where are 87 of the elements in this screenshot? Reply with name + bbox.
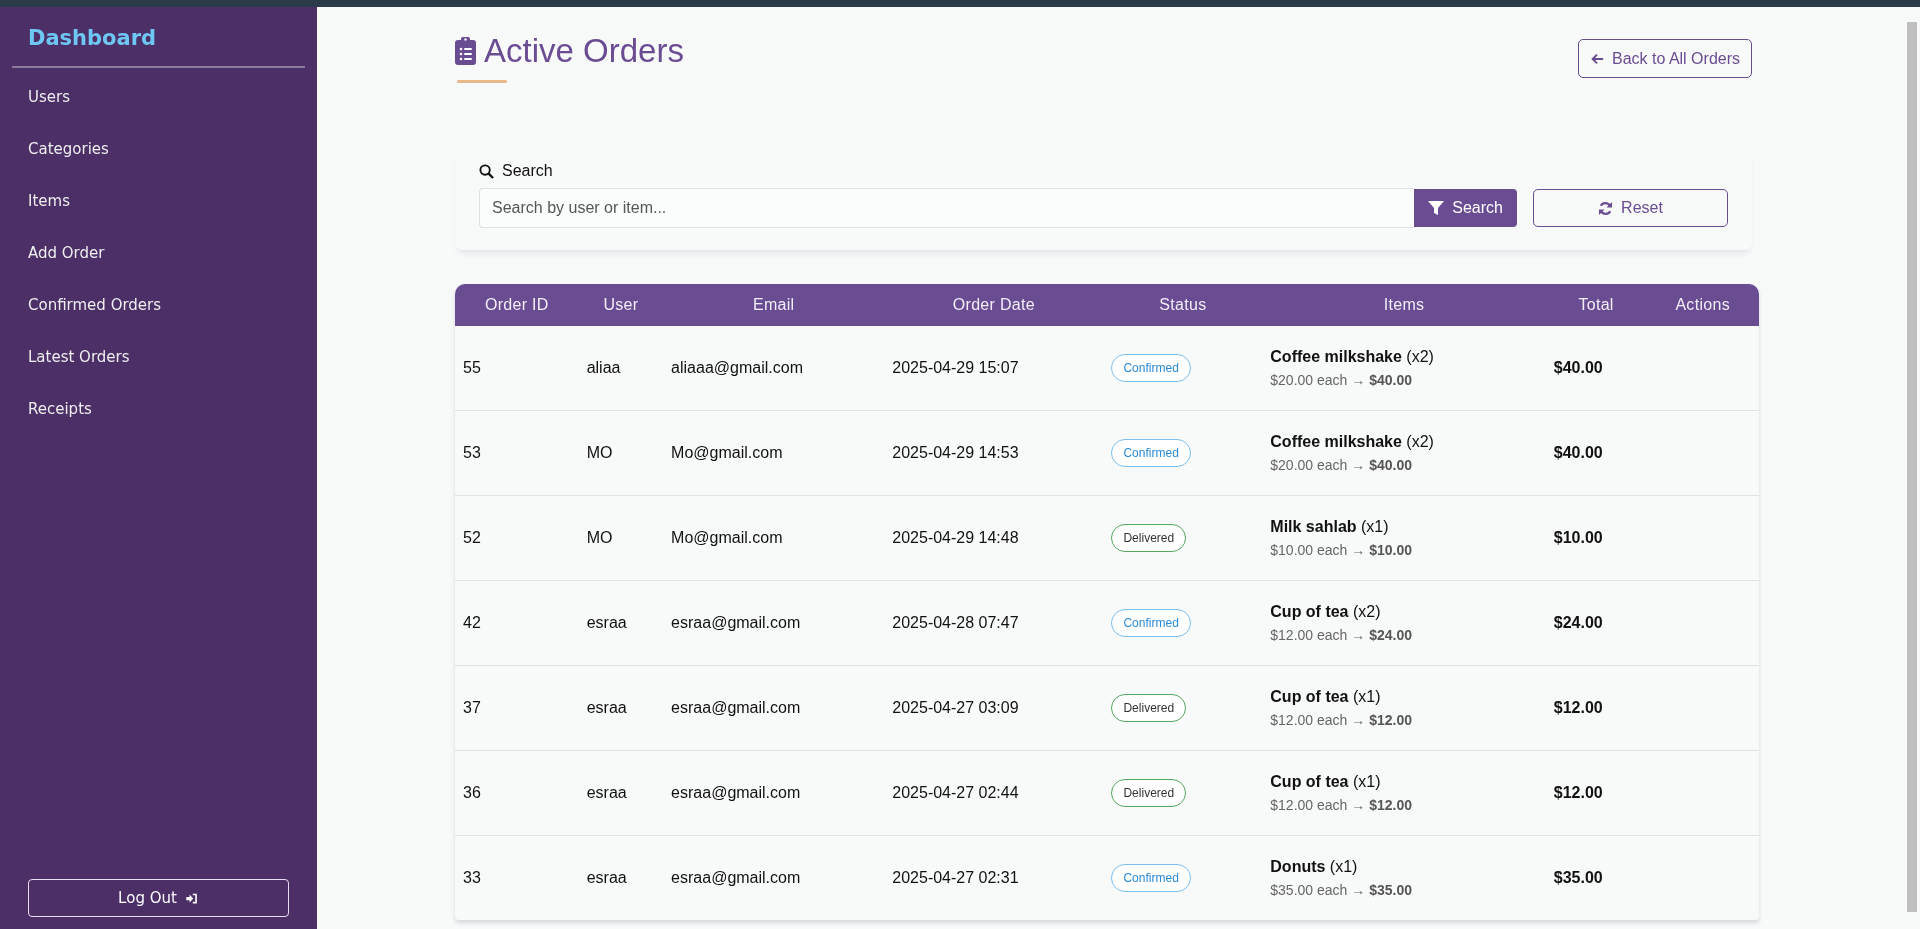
table-cell: esraa (578, 835, 664, 920)
sidebar-item[interactable]: Items (12, 175, 305, 227)
status-badge: Delivered (1111, 694, 1187, 722)
page-title: Active Orders (484, 32, 684, 70)
column-header: Total (1545, 284, 1647, 326)
table-cell: $40.00 (1545, 410, 1647, 496)
table-cell: 53 (455, 410, 579, 496)
sidebar-item[interactable]: Receipts (12, 383, 305, 435)
table-cell: aliaaa@gmail.com (663, 326, 885, 411)
column-header: Actions (1646, 284, 1759, 326)
table-cell: 42 (455, 580, 579, 666)
table-cell: 52 (455, 495, 579, 581)
table-cell: Mo@gmail.com (663, 495, 885, 581)
table-cell: Mo@gmail.com (663, 410, 885, 496)
sidebar-item[interactable]: Add Order (12, 227, 305, 279)
scrollbar[interactable] (1907, 22, 1917, 912)
search-button[interactable]: Search (1414, 189, 1517, 227)
back-button[interactable]: Back to All Orders (1577, 39, 1752, 78)
item-price: $12.00 each → $12.00 (1270, 797, 1413, 813)
status-badge: Confirmed (1111, 439, 1191, 467)
table-cell: $24.00 (1545, 580, 1647, 666)
item-price: $12.00 each → $24.00 (1270, 627, 1413, 643)
item-price: $10.00 each → $10.00 (1270, 542, 1413, 558)
refresh-icon (1598, 200, 1614, 216)
table-cell: $35.00 (1545, 835, 1647, 920)
sidebar-item[interactable]: Users (12, 68, 305, 123)
table-cell: MO (578, 495, 664, 581)
status-badge: Delivered (1111, 779, 1187, 807)
column-header: User (578, 284, 664, 326)
table-cell: esraa@gmail.com (663, 750, 885, 836)
status-badge: Delivered (1111, 524, 1187, 552)
table-cell: esraa (578, 580, 664, 666)
table-cell: 55 (455, 326, 579, 411)
table-cell: 2025-04-28 07:47 (884, 580, 1104, 666)
search-label: Search (502, 162, 553, 180)
item-name: Cup of tea (x1) (1270, 773, 1382, 791)
table-cell: $10.00 (1545, 495, 1647, 581)
item-price: $12.00 each → $12.00 (1270, 712, 1413, 728)
item-price: $35.00 each → $35.00 (1270, 882, 1413, 898)
item-price: $20.00 each → $40.00 (1270, 372, 1413, 388)
item-name: Cup of tea (x2) (1270, 603, 1382, 621)
table-cell: $40.00 (1545, 326, 1647, 411)
reset-button[interactable]: Reset (1533, 189, 1728, 227)
status-badge: Confirmed (1111, 609, 1191, 637)
table-cell: esraa@gmail.com (663, 835, 885, 920)
item-name: Coffee milkshake (x2) (1270, 348, 1435, 366)
sidebar-item[interactable]: Categories (12, 123, 305, 175)
table-cell: 2025-04-29 14:53 (884, 410, 1104, 496)
table-cell: 33 (455, 835, 579, 920)
search-icon (479, 163, 494, 179)
table-cell: 2025-04-29 14:48 (884, 495, 1104, 581)
status-badge: Confirmed (1111, 354, 1191, 382)
search-field[interactable]: Search by user or item... (479, 188, 1415, 228)
table-cell: $12.00 (1545, 750, 1647, 836)
table-cell: 2025-04-27 02:31 (884, 835, 1104, 920)
table-cell: esraa (578, 750, 664, 836)
logout-button[interactable]: Log Out (28, 879, 289, 917)
item-name: Milk sahlab (x1) (1270, 518, 1390, 536)
table-cell: 2025-04-29 15:07 (884, 326, 1104, 411)
title-underline (457, 80, 507, 83)
dashboard-title: Dashboard (12, 7, 305, 68)
table-cell: MO (578, 410, 664, 496)
filter-icon (1428, 200, 1445, 216)
table-cell: esraa@gmail.com (663, 665, 885, 751)
item-name: Coffee milkshake (x2) (1270, 433, 1435, 451)
table-cell: aliaa (578, 326, 664, 411)
table-cell: 2025-04-27 02:44 (884, 750, 1104, 836)
sidebar-item[interactable]: Confirmed Orders (12, 279, 305, 331)
clipboard-icon (455, 37, 476, 65)
table-cell: 36 (455, 750, 579, 836)
column-header: Order ID (455, 284, 579, 326)
table-cell: $12.00 (1545, 665, 1647, 751)
column-header: Items (1262, 284, 1546, 326)
column-header: Order Date (884, 284, 1104, 326)
sign-out-icon (184, 891, 199, 905)
item-name: Donuts (x1) (1270, 858, 1359, 876)
arrow-left-icon (1589, 51, 1604, 66)
column-header: Email (663, 284, 885, 326)
status-badge: Confirmed (1111, 864, 1191, 892)
table-cell: esraa (578, 665, 664, 751)
column-header: Status (1103, 284, 1263, 326)
item-price: $20.00 each → $40.00 (1270, 457, 1413, 473)
item-name: Cup of tea (x1) (1270, 688, 1382, 706)
sidebar-item[interactable]: Latest Orders (12, 331, 305, 383)
table-cell: 37 (455, 665, 579, 751)
table-cell: esraa@gmail.com (663, 580, 885, 666)
table-cell: 2025-04-27 03:09 (884, 665, 1104, 751)
